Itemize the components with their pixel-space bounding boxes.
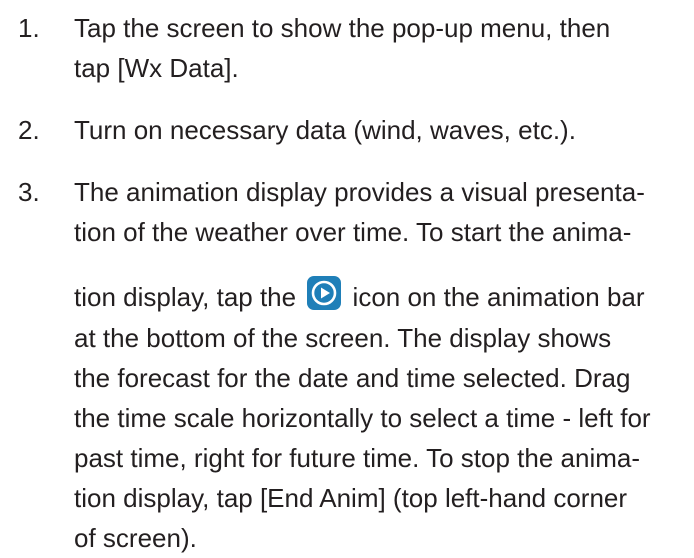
step-text-line: The animation display provides a visual … <box>74 177 645 207</box>
step-text-line-with-icon: tion display, tap the icon on the animat… <box>74 276 645 317</box>
step-text-fragment: tion display, tap the <box>74 282 304 312</box>
step-number: 3. <box>18 177 40 207</box>
play-circle-icon <box>307 276 342 310</box>
step-text-line: tion of the weather over time. To start … <box>74 217 632 247</box>
step-text-fragment: icon on the animation bar <box>345 282 645 312</box>
step-text-line: tap [Wx Data]. <box>74 53 239 83</box>
step-text-line: the forecast for the date and time selec… <box>74 363 631 393</box>
step-text-line: of screen). <box>74 523 197 553</box>
step-text-line: Tap the screen to show the pop-up menu, … <box>74 13 611 43</box>
step-number: 1. <box>18 13 40 43</box>
step-number: 2. <box>18 115 40 145</box>
step-text-line: the time scale horizontally to select a … <box>74 403 651 433</box>
step-text-line: past time, right for future time. To sto… <box>74 443 640 473</box>
instruction-list: 1. Tap the screen to show the pop-up men… <box>0 0 694 553</box>
step-text-line: tion display, tap [End Anim] (top left-h… <box>74 483 628 513</box>
step-text-line: Turn on necessary data (wind, waves, etc… <box>74 115 576 145</box>
step-text-line: at the bottom of the screen. The display… <box>74 323 612 353</box>
